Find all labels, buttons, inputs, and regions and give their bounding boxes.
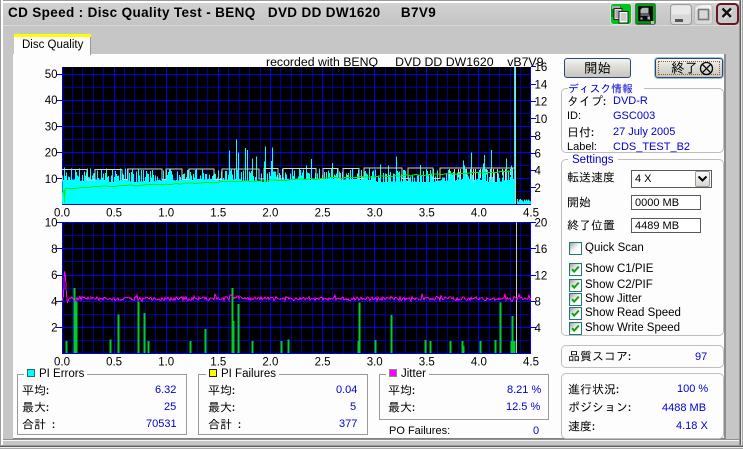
svg-text:4: 4 xyxy=(535,166,542,178)
svg-text:12: 12 xyxy=(535,97,548,109)
svg-text:40: 40 xyxy=(45,95,58,107)
svg-text:10: 10 xyxy=(535,114,548,126)
svg-text:10: 10 xyxy=(45,218,58,230)
svg-text:2.5: 2.5 xyxy=(315,357,331,369)
svg-text:2.5: 2.5 xyxy=(315,208,331,220)
svg-text:6: 6 xyxy=(535,148,541,160)
svg-text:0.5: 0.5 xyxy=(106,208,122,220)
svg-text:2.0: 2.0 xyxy=(262,208,278,220)
svg-text:4: 4 xyxy=(51,296,58,308)
svg-text:1.5: 1.5 xyxy=(210,357,226,369)
svg-text:1.0: 1.0 xyxy=(158,208,174,220)
svg-text:14: 14 xyxy=(535,80,548,92)
svg-text:1.0: 1.0 xyxy=(158,357,174,369)
svg-text:3.5: 3.5 xyxy=(419,357,435,369)
svg-text:20: 20 xyxy=(535,218,548,230)
svg-text:1.5: 1.5 xyxy=(210,208,226,220)
svg-text:8: 8 xyxy=(51,244,57,256)
svg-text:0.0: 0.0 xyxy=(54,357,70,369)
svg-text:4: 4 xyxy=(535,323,542,335)
svg-text:10: 10 xyxy=(45,174,58,186)
svg-text:8: 8 xyxy=(535,131,541,143)
svg-text:12: 12 xyxy=(535,270,548,282)
svg-text:3.0: 3.0 xyxy=(367,208,383,220)
svg-text:3.5: 3.5 xyxy=(419,208,435,220)
svg-text:recorded with BENQ DVD DD: recorded with BENQ DVD DD DW1620 vB7V9 xyxy=(266,55,544,69)
svg-text:50: 50 xyxy=(45,69,58,81)
svg-text:6: 6 xyxy=(51,270,57,282)
svg-text:4.5: 4.5 xyxy=(523,357,539,369)
svg-text:2: 2 xyxy=(535,183,541,195)
svg-text:8: 8 xyxy=(535,297,541,309)
svg-text:2: 2 xyxy=(51,323,57,335)
svg-text:0.5: 0.5 xyxy=(106,357,122,369)
svg-text:4.0: 4.0 xyxy=(471,357,487,369)
svg-text:2.0: 2.0 xyxy=(262,357,278,369)
svg-text:30: 30 xyxy=(45,121,58,133)
svg-text:3.0: 3.0 xyxy=(367,357,383,369)
svg-text:16: 16 xyxy=(535,244,548,256)
svg-text:4.0: 4.0 xyxy=(471,208,487,220)
svg-text:20: 20 xyxy=(45,148,58,160)
